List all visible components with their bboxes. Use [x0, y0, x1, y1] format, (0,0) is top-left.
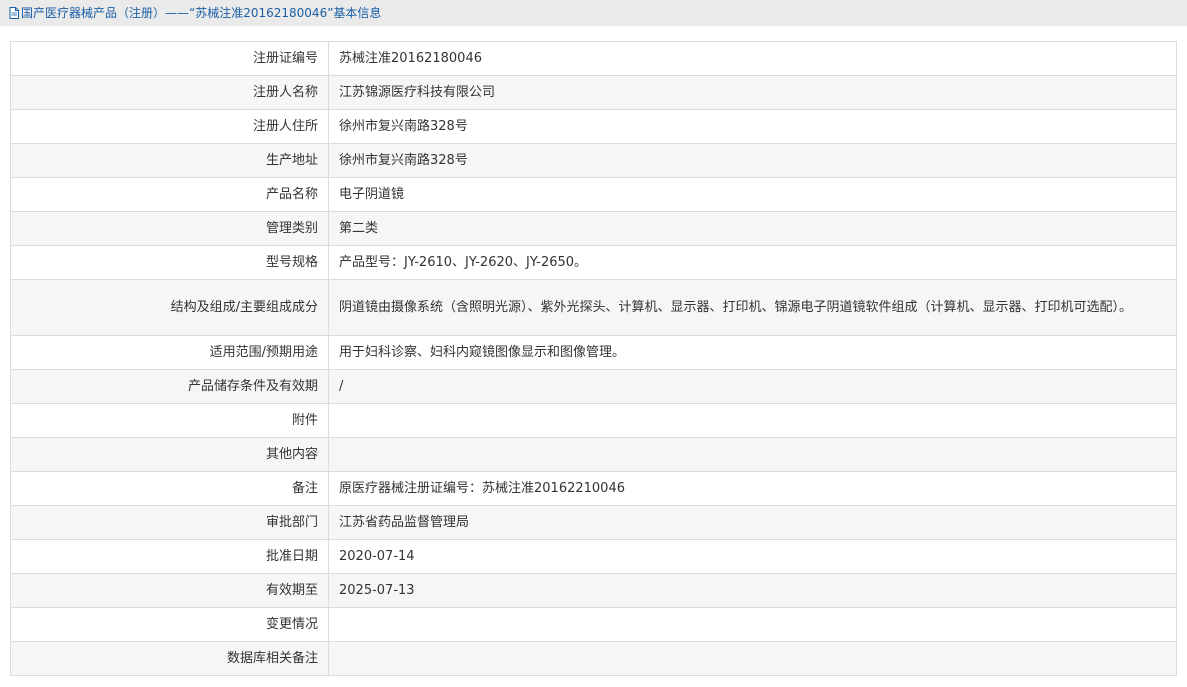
- row-label: 产品储存条件及有效期: [10, 369, 329, 404]
- row-label: 审批部门: [10, 505, 329, 540]
- row-value: [328, 641, 1177, 676]
- row-label: 注册证编号: [10, 41, 329, 76]
- row-label: 注册人名称: [10, 75, 329, 110]
- row-value: 2020-07-14: [328, 539, 1177, 574]
- product-info-table: 注册证编号 苏械注准20162180046 注册人名称 江苏锦源医疗科技有限公司…: [10, 41, 1177, 676]
- row-value: 江苏省药品监督管理局: [328, 505, 1177, 540]
- document-icon: [9, 2, 19, 26]
- row-value: 阴道镜由摄像系统（含照明光源）、紫外光探头、计算机、显示器、打印机、锦源电子阴道…: [328, 279, 1177, 336]
- row-value: 电子阴道镜: [328, 177, 1177, 212]
- table-row: 审批部门 江苏省药品监督管理局: [10, 505, 1177, 540]
- table-row: 其他内容: [10, 437, 1177, 472]
- row-value: 苏械注准20162180046: [328, 41, 1177, 76]
- table-row: 生产地址 徐州市复兴南路328号: [10, 143, 1177, 178]
- table-row: 管理类别 第二类: [10, 211, 1177, 246]
- breadcrumb: 国产医疗器械产品（注册）——“苏械注准20162180046”基本信息: [0, 0, 1187, 26]
- row-label: 其他内容: [10, 437, 329, 472]
- row-label: 数据库相关备注: [10, 641, 329, 676]
- row-label: 变更情况: [10, 607, 329, 642]
- table-row: 注册人名称 江苏锦源医疗科技有限公司: [10, 75, 1177, 110]
- row-label: 型号规格: [10, 245, 329, 280]
- table-row: 附件: [10, 403, 1177, 438]
- table-row: 型号规格 产品型号：JY-2610、JY-2620、JY-2650。: [10, 245, 1177, 280]
- breadcrumb-text: 国产医疗器械产品（注册）——“苏械注准20162180046”基本信息: [21, 6, 382, 20]
- row-value: 徐州市复兴南路328号: [328, 109, 1177, 144]
- row-label: 注册人住所: [10, 109, 329, 144]
- row-value: [328, 403, 1177, 438]
- table-row: 备注 原医疗器械注册证编号：苏械注准20162210046: [10, 471, 1177, 506]
- row-label: 批准日期: [10, 539, 329, 574]
- row-value: [328, 437, 1177, 472]
- table-row: 结构及组成/主要组成成分 阴道镜由摄像系统（含照明光源）、紫外光探头、计算机、显…: [10, 279, 1177, 336]
- table-row: 适用范围/预期用途 用于妇科诊察、妇科内窥镜图像显示和图像管理。: [10, 335, 1177, 370]
- row-value: /: [328, 369, 1177, 404]
- table-row: 变更情况: [10, 607, 1177, 642]
- row-label: 产品名称: [10, 177, 329, 212]
- table-row: 注册证编号 苏械注准20162180046: [10, 41, 1177, 76]
- row-value: 原医疗器械注册证编号：苏械注准20162210046: [328, 471, 1177, 506]
- row-value: 江苏锦源医疗科技有限公司: [328, 75, 1177, 110]
- row-label: 备注: [10, 471, 329, 506]
- row-label: 管理类别: [10, 211, 329, 246]
- row-value: 徐州市复兴南路328号: [328, 143, 1177, 178]
- table-row: 产品储存条件及有效期 /: [10, 369, 1177, 404]
- row-label: 结构及组成/主要组成成分: [10, 279, 329, 336]
- row-value: [328, 607, 1177, 642]
- row-value: 用于妇科诊察、妇科内窥镜图像显示和图像管理。: [328, 335, 1177, 370]
- row-label: 附件: [10, 403, 329, 438]
- row-label: 生产地址: [10, 143, 329, 178]
- row-value: 产品型号：JY-2610、JY-2620、JY-2650。: [328, 245, 1177, 280]
- table-row: 注册人住所 徐州市复兴南路328号: [10, 109, 1177, 144]
- row-value: 2025-07-13: [328, 573, 1177, 608]
- table-row: 产品名称 电子阴道镜: [10, 177, 1177, 212]
- row-value: 第二类: [328, 211, 1177, 246]
- table-row: 有效期至 2025-07-13: [10, 573, 1177, 608]
- table-row: 数据库相关备注: [10, 641, 1177, 676]
- row-label: 有效期至: [10, 573, 329, 608]
- row-label: 适用范围/预期用途: [10, 335, 329, 370]
- table-row: 批准日期 2020-07-14: [10, 539, 1177, 574]
